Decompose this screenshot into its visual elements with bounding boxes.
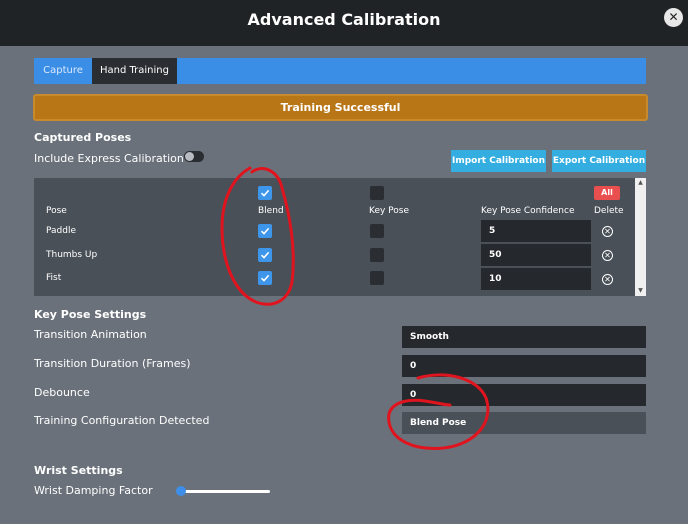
delete-circle-icon[interactable]: ✕ (602, 226, 613, 237)
delete-circle-icon[interactable]: ✕ (602, 250, 613, 261)
delete-all-button[interactable]: All (594, 186, 620, 200)
slider-thumb[interactable] (176, 486, 186, 496)
pose-name: Fist (46, 273, 62, 283)
scroll-up-icon[interactable]: ▲ (635, 178, 646, 188)
key-pose-settings-title: Key Pose Settings (34, 308, 147, 321)
blend-checkbox[interactable] (258, 224, 272, 238)
training-config-value: Blend Pose (402, 412, 646, 434)
key-pose-all-checkbox[interactable] (370, 186, 384, 200)
captured-poses-title: Captured Poses (34, 131, 132, 144)
debounce-input[interactable]: 0 (402, 384, 646, 406)
table-scrollbar[interactable]: ▲ ▼ (635, 178, 646, 296)
title-bar: Advanced Calibration ✕ (0, 0, 688, 46)
include-express-toggle[interactable] (184, 151, 204, 162)
transition-animation-label: Transition Animation (34, 328, 147, 341)
key-pose-checkbox[interactable] (370, 224, 384, 238)
debounce-label: Debounce (34, 386, 90, 399)
pose-name: Thumbs Up (46, 250, 98, 260)
transition-animation-select[interactable]: Smooth (402, 326, 646, 348)
close-button[interactable]: ✕ (664, 8, 683, 27)
import-calibration-button[interactable]: Import Calibration (451, 150, 546, 172)
key-pose-checkbox[interactable] (370, 271, 384, 285)
confidence-input[interactable]: 10 (481, 268, 591, 290)
dialog-title: Advanced Calibration (247, 10, 441, 29)
toggle-knob (185, 152, 194, 161)
training-config-label: Training Configuration Detected (34, 414, 210, 427)
blend-checkbox[interactable] (258, 248, 272, 262)
column-header-delete: Delete (594, 206, 624, 216)
confidence-input[interactable]: 5 (481, 220, 591, 242)
delete-circle-icon[interactable]: ✕ (602, 274, 613, 285)
column-header-pose: Pose (46, 206, 67, 216)
include-express-label: Include Express Calibration (34, 152, 184, 165)
wrist-damping-label: Wrist Damping Factor (34, 484, 153, 497)
status-banner: Training Successful (33, 94, 648, 121)
column-header-confidence: Key Pose Confidence (481, 206, 575, 216)
wrist-settings-title: Wrist Settings (34, 464, 123, 477)
tab-capture[interactable]: Capture (34, 58, 92, 84)
scroll-down-icon[interactable]: ▼ (635, 286, 646, 296)
confidence-input[interactable]: 50 (481, 244, 591, 266)
wrist-damping-slider[interactable] (180, 490, 270, 493)
pose-name: Paddle (46, 226, 77, 236)
transition-duration-input[interactable]: 0 (402, 355, 646, 377)
export-calibration-button[interactable]: Export Calibration (552, 150, 646, 172)
column-header-key-pose: Key Pose (369, 206, 410, 216)
tab-bar: Capture Hand Training (34, 58, 646, 84)
column-header-blend: Blend (258, 206, 284, 216)
key-pose-checkbox[interactable] (370, 248, 384, 262)
blend-all-checkbox[interactable] (258, 186, 272, 200)
transition-duration-label: Transition Duration (Frames) (34, 357, 191, 370)
tab-hand-training[interactable]: Hand Training (92, 58, 177, 84)
blend-checkbox[interactable] (258, 271, 272, 285)
